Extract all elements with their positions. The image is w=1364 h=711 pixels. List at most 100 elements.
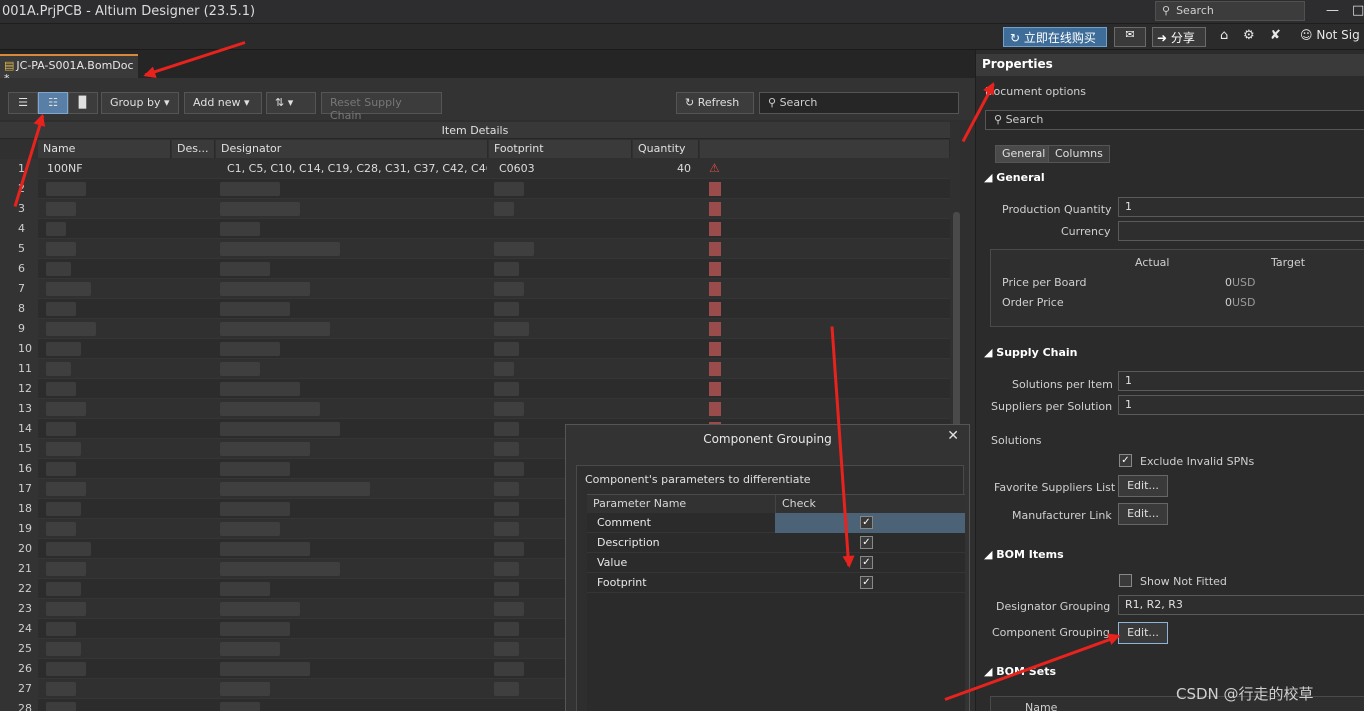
obscured-cell <box>46 482 86 496</box>
gear-icon[interactable]: ⚙ <box>1243 28 1255 43</box>
obscured-cell <box>46 402 86 416</box>
share-button[interactable]: ➜ 分享 <box>1152 27 1206 47</box>
status-marker[interactable] <box>709 222 721 236</box>
table-row[interactable]: 9 <box>0 319 950 339</box>
table-row[interactable]: 3 <box>0 199 950 219</box>
favorite-suppliers-edit-button[interactable]: Edit... <box>1118 475 1168 497</box>
obscured-cell <box>46 222 66 236</box>
row-number: 8 <box>0 299 38 319</box>
cell-quantity: 40 <box>677 162 691 175</box>
supply-chain-section-header[interactable]: ◢ Supply Chain <box>984 346 1078 359</box>
table-row[interactable]: 4 <box>0 219 950 239</box>
column-header-description[interactable]: Des... <box>172 140 215 158</box>
currency-select[interactable] <box>1118 221 1364 241</box>
global-search-input[interactable]: ⚲ Search <box>1155 1 1305 21</box>
notifications-off-icon[interactable]: ✘ <box>1270 28 1281 43</box>
add-new-dropdown[interactable]: Add new ▾ <box>184 92 262 114</box>
table-row[interactable]: 2 <box>0 179 950 199</box>
status-marker[interactable] <box>709 402 721 416</box>
maximize-icon[interactable]: □ <box>1352 3 1364 18</box>
row-number: 20 <box>0 539 38 559</box>
bar-chart-icon: ▉ <box>78 96 88 109</box>
solutions-per-item-input[interactable]: 1 <box>1118 371 1364 391</box>
obscured-cell <box>220 202 300 216</box>
close-icon[interactable]: ✕ <box>947 428 959 444</box>
exclude-invalid-checkbox[interactable]: ✓ <box>1119 454 1132 467</box>
parameter-checkbox[interactable]: ✓ <box>860 536 873 549</box>
parameter-row-footprint[interactable]: Footprint ✓ <box>587 573 965 593</box>
general-section-title: General <box>996 171 1045 184</box>
status-marker[interactable] <box>709 202 721 216</box>
chevron-down-icon: ▾ <box>244 96 250 109</box>
table-row[interactable]: 10 <box>0 339 950 359</box>
flat-view-button[interactable]: ☰ <box>8 92 38 114</box>
bom-items-section-header[interactable]: ◢ BOM Items <box>984 548 1064 561</box>
chart-view-button[interactable]: ▉ <box>68 92 98 114</box>
home-icon[interactable]: ⌂ <box>1220 28 1228 43</box>
column-header-designator[interactable]: Designator <box>216 140 488 158</box>
column-header-parameter-name[interactable]: Parameter Name <box>587 495 775 513</box>
status-marker[interactable] <box>709 362 721 376</box>
table-row[interactable]: 8 <box>0 299 950 319</box>
obscured-cell <box>46 282 91 296</box>
group-by-dropdown[interactable]: Group by ▾ <box>101 92 179 114</box>
minimize-icon[interactable]: — <box>1326 3 1339 18</box>
parameter-row-description[interactable]: Description ✓ <box>587 533 965 553</box>
component-grouping-edit-button[interactable]: Edit... <box>1118 622 1168 644</box>
status-marker[interactable] <box>709 342 721 356</box>
designator-grouping-select[interactable]: R1, R2, R3 <box>1118 595 1364 615</box>
reset-supply-chain-button[interactable]: Reset Supply Chain <box>321 92 442 122</box>
user-account[interactable]: ☺ Not Sig <box>1300 28 1360 42</box>
tab-columns[interactable]: Columns <box>1048 145 1110 163</box>
sort-dropdown[interactable]: ⇅ ▾ <box>266 92 316 114</box>
cell-footprint: C0603 <box>499 162 535 175</box>
obscured-cell <box>494 502 519 516</box>
obscured-cell <box>46 242 76 256</box>
row-number: 3 <box>0 199 38 219</box>
parameter-row-value[interactable]: Value ✓ <box>587 553 965 573</box>
base-view-button[interactable]: ☷ <box>38 92 68 114</box>
status-marker[interactable] <box>709 182 721 196</box>
order-price-label: Order Price <box>1002 296 1064 309</box>
bom-search-input[interactable]: ⚲ Search <box>759 92 959 114</box>
parameter-checkbox[interactable]: ✓ <box>860 516 873 529</box>
warning-icon[interactable]: ⚠ <box>709 161 720 175</box>
parameter-row-comment[interactable]: Comment ✓ <box>587 513 965 533</box>
buy-online-button[interactable]: ↻ 立即在线购买 <box>1003 27 1107 47</box>
table-row[interactable]: 5 <box>0 239 950 259</box>
table-row[interactable]: 13 <box>0 399 950 419</box>
properties-search-input[interactable]: ⚲ Search <box>985 110 1364 130</box>
tab-bom-document[interactable]: ▤JC-PA-S001A.BomDoc * <box>0 54 138 85</box>
column-header-name[interactable]: Name <box>38 140 171 158</box>
table-row[interactable]: 7 <box>0 279 950 299</box>
general-section-header[interactable]: ◢ General <box>984 171 1045 184</box>
obscured-cell <box>46 542 91 556</box>
obscured-cell <box>46 622 76 636</box>
production-quantity-input[interactable]: 1 <box>1118 197 1364 217</box>
table-row[interactable]: 6 <box>0 259 950 279</box>
message-button[interactable]: ✉ <box>1114 27 1146 47</box>
order-price-amount: 0 <box>1225 296 1232 309</box>
status-marker[interactable] <box>709 382 721 396</box>
cell-designator: C1, C5, C10, C14, C19, C28, C31, C37, C4… <box>227 162 487 175</box>
column-header-footprint[interactable]: Footprint <box>489 140 632 158</box>
table-row[interactable]: 1 100NF C1, C5, C10, C14, C19, C28, C31,… <box>0 159 950 179</box>
table-row[interactable]: 12 <box>0 379 950 399</box>
status-marker[interactable] <box>709 302 721 316</box>
suppliers-per-solution-input[interactable]: 1 <box>1118 395 1364 415</box>
column-header-check[interactable]: Check <box>775 495 965 513</box>
manufacturer-link-edit-button[interactable]: Edit... <box>1118 503 1168 525</box>
table-row[interactable]: 11 <box>0 359 950 379</box>
parameter-checkbox[interactable]: ✓ <box>860 556 873 569</box>
price-header-actual: Actual <box>1135 256 1170 269</box>
status-marker[interactable] <box>709 242 721 256</box>
parameter-checkbox[interactable]: ✓ <box>860 576 873 589</box>
show-not-fitted-checkbox[interactable] <box>1119 574 1132 587</box>
status-marker[interactable] <box>709 262 721 276</box>
obscured-cell <box>220 262 270 276</box>
tab-general[interactable]: General <box>995 145 1053 163</box>
column-header-quantity[interactable]: Quantity <box>633 140 699 158</box>
status-marker[interactable] <box>709 282 721 296</box>
status-marker[interactable] <box>709 322 721 336</box>
refresh-button[interactable]: ↻ Refresh <box>676 92 754 114</box>
